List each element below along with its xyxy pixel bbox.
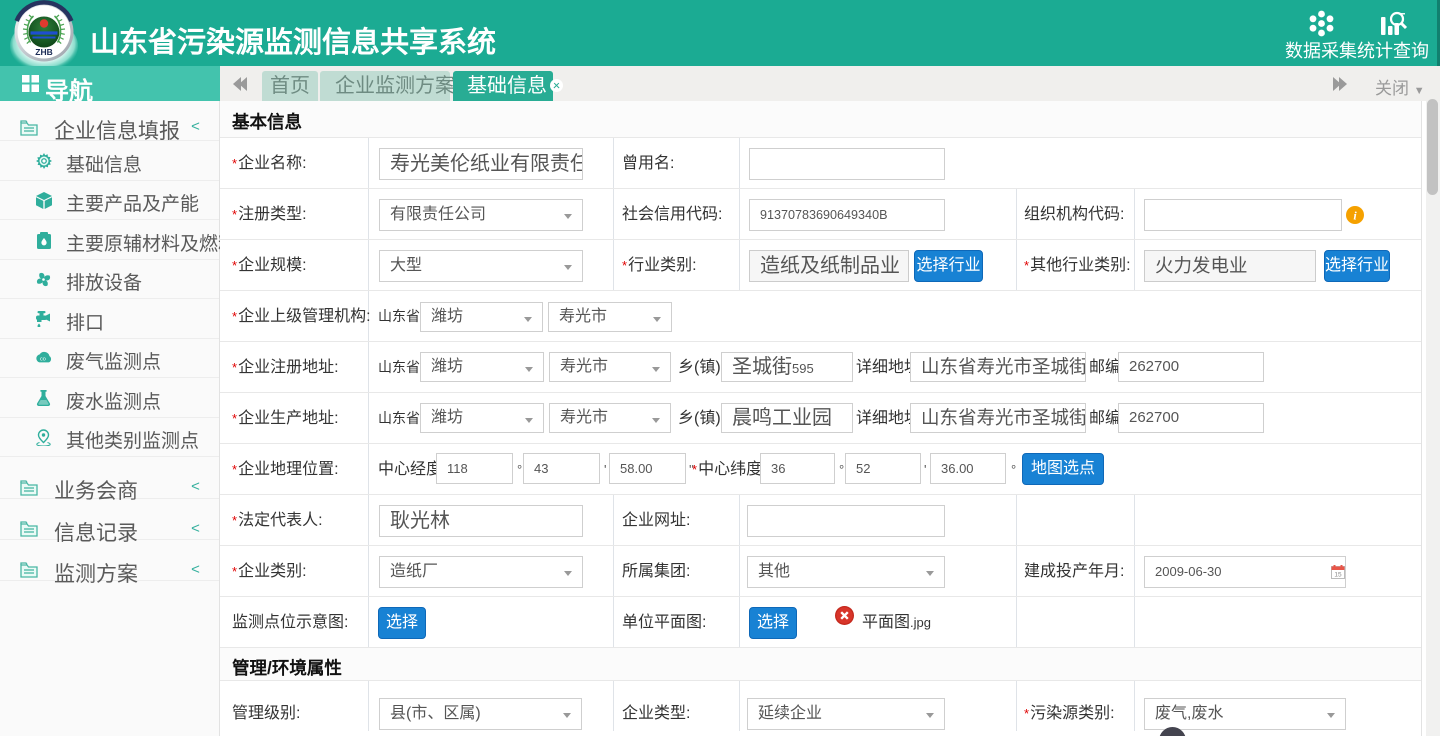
svg-text:co: co bbox=[40, 357, 46, 363]
svg-text:15: 15 bbox=[1334, 572, 1342, 579]
svg-text:ZHB: ZHB bbox=[35, 47, 52, 57]
